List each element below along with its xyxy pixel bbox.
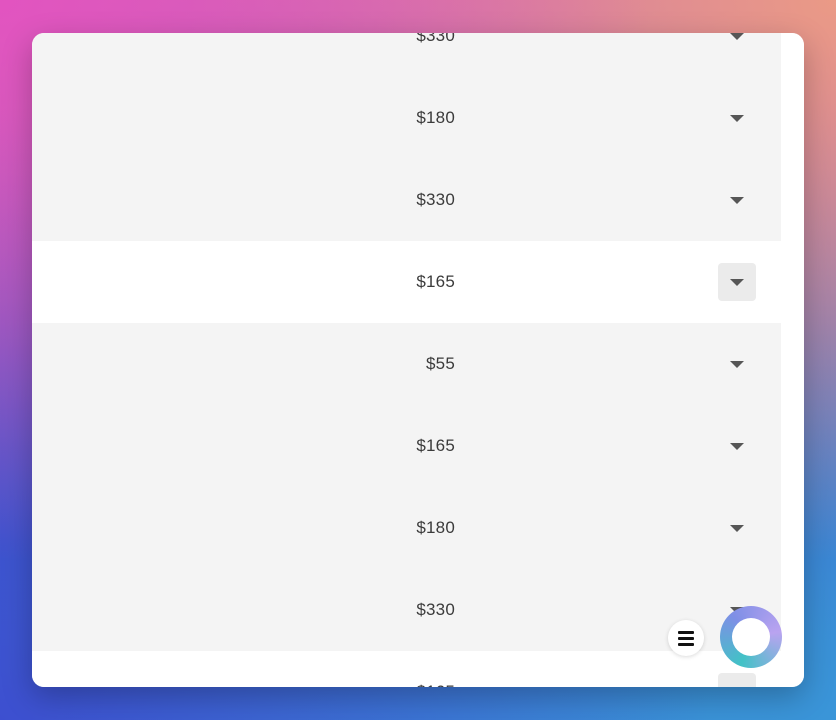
expand-row-button[interactable]: [718, 33, 756, 55]
hamburger-menu-icon-bar: [678, 637, 694, 640]
hamburger-menu-icon: [678, 631, 694, 634]
row-price: $165: [416, 272, 455, 291]
ring-icon: [732, 618, 770, 656]
expand-row-button[interactable]: [718, 509, 756, 547]
list-row-partial: $165: [32, 651, 781, 687]
menu-button[interactable]: [668, 620, 704, 656]
row-price: $165: [416, 436, 455, 455]
scrollbar-track[interactable]: [781, 33, 804, 687]
expand-row-button[interactable]: [718, 345, 756, 383]
chevron-down-icon: [730, 279, 744, 286]
hamburger-menu-icon-bar: [678, 643, 694, 646]
row-price: $330: [416, 190, 455, 209]
expand-row-button[interactable]: [718, 427, 756, 465]
chevron-down-icon: [730, 525, 744, 532]
chevron-down-icon: [730, 443, 744, 450]
row-price: $165: [292, 651, 455, 687]
row-price: $330: [416, 33, 455, 45]
price-list-panel: $330 $180 $330 $165 $55 $165 $180 $330: [32, 33, 804, 687]
list-row: $330: [32, 33, 781, 77]
chevron-down-icon: [730, 33, 744, 40]
chevron-down-icon: [730, 115, 744, 122]
price-list: $330 $180 $330 $165 $55 $165 $180 $330: [32, 33, 781, 687]
chevron-down-icon: [730, 361, 744, 368]
row-price: $180: [416, 108, 455, 127]
expand-row-button[interactable]: [718, 181, 756, 219]
list-row: $330: [32, 159, 781, 241]
assistant-ring-button[interactable]: [720, 606, 782, 668]
list-row: $55: [32, 323, 781, 405]
chevron-down-icon: [730, 197, 744, 204]
row-price: $55: [426, 354, 455, 373]
row-price: $330: [416, 600, 455, 619]
list-row-highlighted: $165: [32, 241, 781, 323]
list-row: $180: [32, 77, 781, 159]
expand-row-button[interactable]: [718, 99, 756, 137]
list-row: $165: [32, 405, 781, 487]
list-row: $180: [32, 487, 781, 569]
expand-row-button[interactable]: [718, 673, 756, 687]
row-price: $180: [416, 518, 455, 537]
expand-row-button[interactable]: [718, 263, 756, 301]
